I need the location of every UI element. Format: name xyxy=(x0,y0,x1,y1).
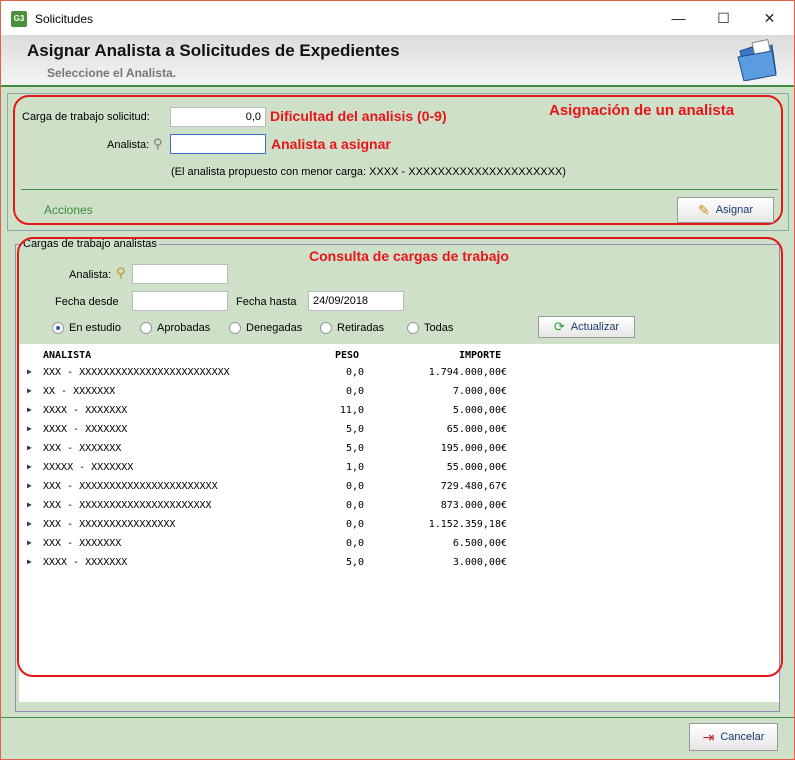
assignment-highlight xyxy=(13,95,783,225)
close-button[interactable]: ✕ xyxy=(747,1,792,35)
window-title: Solicitudes xyxy=(35,12,94,26)
cancel-button[interactable]: ⇥ Cancelar xyxy=(689,723,778,751)
app-icon: G3 xyxy=(11,11,27,27)
title-bar: G3 Solicitudes — ☐ ✕ xyxy=(1,1,794,35)
user-edit-icon: ✎ xyxy=(697,201,710,218)
assign-button-label: Asignar xyxy=(715,204,754,216)
page-subtitle: Seleccione el Analista. xyxy=(47,66,176,80)
workloads-highlight xyxy=(17,237,783,677)
exit-door-icon: ⇥ xyxy=(702,728,715,745)
maximize-button[interactable]: ☐ xyxy=(701,1,746,35)
actions-label: Acciones xyxy=(44,203,93,217)
page-title: Asignar Analista a Solicitudes de Expedi… xyxy=(27,41,400,60)
dialog-header: Asignar Analista a Solicitudes de Expedi… xyxy=(1,35,794,87)
footer-divider xyxy=(1,717,794,718)
folder-icon xyxy=(737,39,777,81)
assign-button[interactable]: ✎ Asignar xyxy=(677,197,774,223)
cancel-button-label: Cancelar xyxy=(720,731,765,743)
actions-divider xyxy=(21,189,778,190)
minimize-button[interactable]: — xyxy=(656,1,701,35)
solicitudes-window: G3 Solicitudes — ☐ ✕ Asignar Analista a … xyxy=(0,0,795,760)
